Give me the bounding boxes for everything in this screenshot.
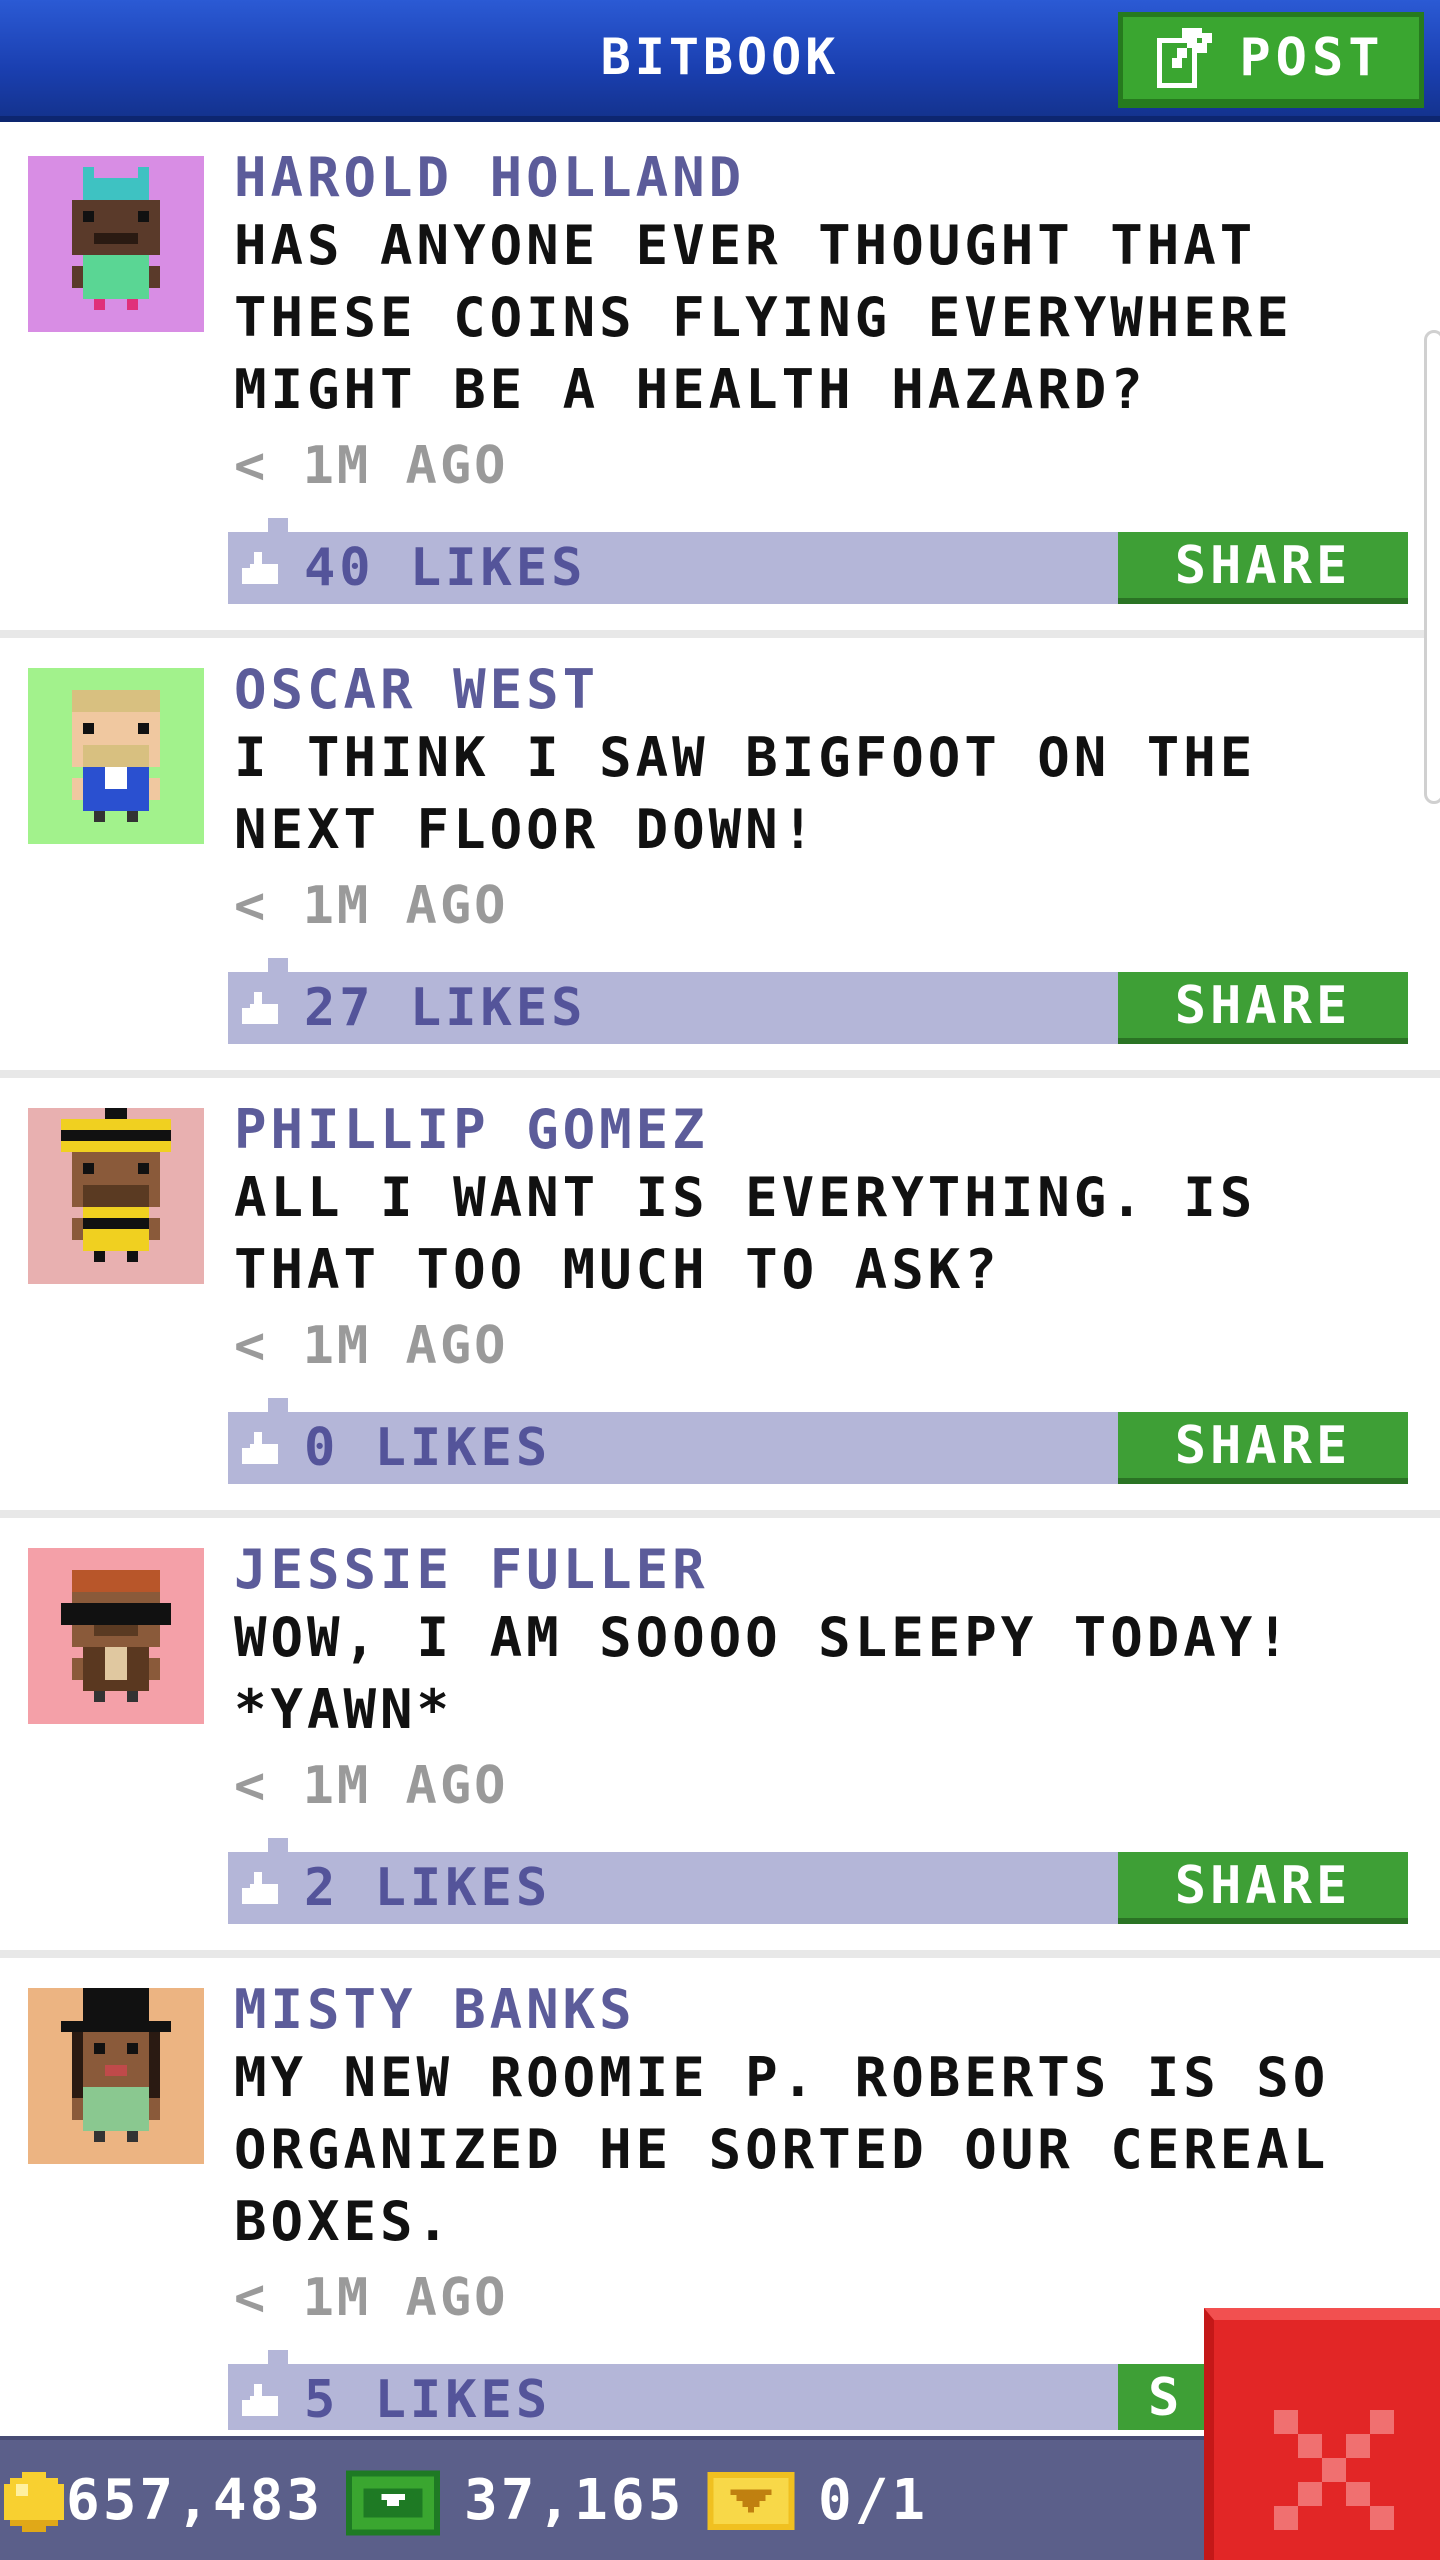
feed-post: PHILLIP GOMEZ ALL I WANT IS EVERYTHING. … [0,1080,1440,1510]
share-button[interactable]: SHARE [1118,532,1408,604]
post-message: ALL I WANT IS EVERYTHING. IS THAT TOO MU… [234,1166,1257,1301]
feed-post: HAROLD HOLLAND HAS ANYONE EVER THOUGHT T… [0,128,1440,630]
coins-count: 657,483 [66,2468,324,2533]
post-author[interactable]: MISTY BANKS [234,1980,636,2040]
bux-count: 37,165 [464,2468,685,2533]
share-button[interactable]: SHARE [1118,1412,1408,1484]
post-timestamp: < 1M AGO [234,1316,509,1376]
likes-count: 40 LIKES [304,538,587,598]
thumbs-up-icon [242,1872,278,1904]
avatar [28,1548,204,1724]
post-timestamp: < 1M AGO [234,1756,509,1816]
post-author[interactable]: PHILLIP GOMEZ [234,1100,709,1160]
likes-count: 2 LIKES [304,1858,552,1918]
post-divider [0,630,1440,638]
post-author[interactable]: OSCAR WEST [234,660,599,720]
post-divider [0,1510,1440,1518]
post-timestamp: < 1M AGO [234,2268,509,2328]
post-message: MY NEW ROOMIE P. ROBERTS IS SO ORGANIZED… [234,2046,1330,2253]
post-author[interactable]: JESSIE FULLER [234,1540,709,1600]
thumbs-up-icon [242,2384,278,2416]
avatar [28,1108,204,1284]
post-author[interactable]: HAROLD HOLLAND [234,148,745,208]
share-button[interactable]: SHARE [1118,972,1408,1044]
news-feed[interactable]: HAROLD HOLLAND HAS ANYONE EVER THOUGHT T… [0,128,1440,2430]
coin-icon [4,2472,64,2532]
avatar-misty-banks [28,1988,204,2164]
post-divider [0,1070,1440,1078]
post-button[interactable]: POST [1118,12,1424,108]
avatar-oscar-west [28,668,204,844]
avatar [28,668,204,844]
avatar [28,156,204,332]
close-button[interactable] [1204,2308,1440,2560]
cash-icon [346,2470,440,2536]
feed-post: JESSIE FULLER WOW, I AM SOOOO SLEEPY TOD… [0,1520,1440,1950]
edit-icon [1157,28,1213,88]
avatar-harold-holland [28,156,204,332]
ticket-icon [707,2472,795,2530]
post-message: I THINK I SAW BIGFOOT ON THE NEXT FLOOR … [234,726,1257,861]
post-message: WOW, I AM SOOOO SLEEPY TODAY! *YAWN* [234,1606,1293,1741]
avatar-phillip-gomez [28,1108,204,1284]
tickets-count: 0/1 [818,2468,929,2533]
close-icon [1274,2410,1394,2530]
avatar [28,1988,204,2164]
thumbs-up-icon [242,992,278,1024]
post-divider [0,1950,1440,1958]
thumbs-up-icon [242,552,278,584]
post-timestamp: < 1M AGO [234,876,509,936]
likes-count: 0 LIKES [304,1418,552,1478]
avatar-jessie-fuller [28,1548,204,1724]
post-button-label: POST [1239,28,1385,88]
post-timestamp: < 1M AGO [234,436,509,496]
likes-count: 5 LIKES [304,2370,552,2430]
app-header: BITBOOK POST [0,0,1440,122]
likes-count: 27 LIKES [304,978,587,1038]
post-message: HAS ANYONE EVER THOUGHT THAT THESE COINS… [234,214,1293,421]
share-button[interactable]: SHARE [1118,1852,1408,1924]
feed-post: OSCAR WEST I THINK I SAW BIGFOOT ON THE … [0,640,1440,1070]
scrollbar[interactable] [1424,330,1440,804]
thumbs-up-icon [242,1432,278,1464]
